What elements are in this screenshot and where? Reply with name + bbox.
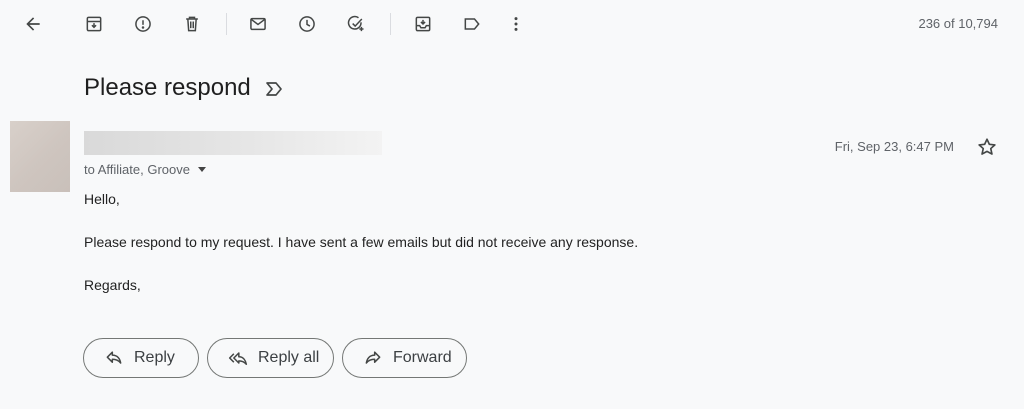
label-icon[interactable] <box>457 9 487 39</box>
recipients-details[interactable]: to Affiliate, Groove <box>84 161 206 177</box>
delete-icon[interactable] <box>177 9 207 39</box>
recipients-label: to Affiliate, Groove <box>84 161 190 177</box>
email-date: Fri, Sep 23, 6:47 PM <box>834 139 954 154</box>
reply-button[interactable]: Reply <box>83 338 199 378</box>
forward-button[interactable]: Forward <box>342 338 467 378</box>
move-to-icon[interactable] <box>408 9 438 39</box>
toolbar-divider <box>390 13 391 35</box>
forward-icon <box>365 351 381 364</box>
more-vert-icon[interactable] <box>501 9 531 39</box>
back-arrow-icon[interactable] <box>18 9 48 39</box>
forward-button-label: Forward <box>393 349 452 366</box>
message-counter: 236 of 10,794 <box>918 16 998 31</box>
email-body-greeting: Hello, <box>84 191 120 207</box>
star-icon[interactable] <box>976 136 998 158</box>
reply-all-icon <box>228 352 248 365</box>
reply-all-button-label: Reply all <box>258 349 320 366</box>
email-view: 236 of 10,794 Please respond to Affiliat… <box>0 0 1024 409</box>
email-subject: Please respond <box>84 74 251 101</box>
importance-marker-icon[interactable] <box>264 79 284 99</box>
email-body-paragraph: Please respond to my request. I have sen… <box>84 234 639 250</box>
sender-avatar[interactable] <box>10 121 70 192</box>
toolbar-divider <box>226 13 227 35</box>
snooze-icon[interactable] <box>292 9 322 39</box>
add-to-tasks-icon[interactable] <box>341 9 371 39</box>
archive-icon[interactable] <box>79 9 109 39</box>
reply-button-label: Reply <box>134 349 175 366</box>
chevron-down-icon[interactable] <box>198 166 206 172</box>
report-spam-icon[interactable] <box>128 9 158 39</box>
email-body-closing: Regards, <box>84 277 141 293</box>
reply-icon <box>106 351 122 364</box>
reply-all-button[interactable]: Reply all <box>207 338 334 378</box>
toolbar: 236 of 10,794 <box>0 0 1024 48</box>
sender-name-redacted <box>84 131 382 155</box>
mark-unread-icon[interactable] <box>243 9 273 39</box>
